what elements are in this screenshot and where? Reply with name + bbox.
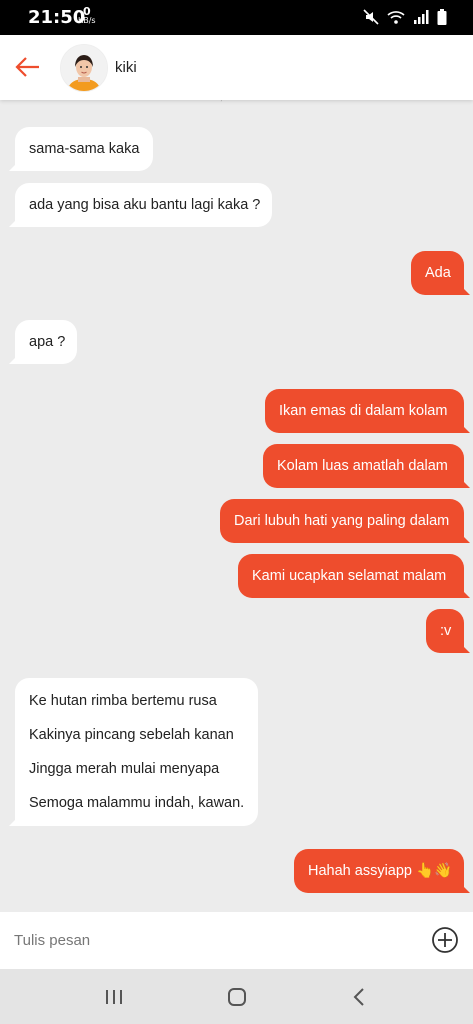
message-list[interactable]: sama-sama kaka ada yang bisa aku bantu l… [0, 100, 473, 912]
signal-icon [414, 10, 429, 24]
battery-icon [437, 9, 447, 25]
status-time: 21:50 [28, 7, 86, 28]
system-navigation-bar [0, 969, 473, 1024]
network-speed: 0 KB/s [78, 5, 96, 25]
outgoing-message[interactable]: Ikan emas di dalam kolam [265, 389, 464, 433]
incoming-message[interactable]: apa ? [9, 320, 77, 364]
wifi-icon [387, 11, 405, 24]
chat-header: kiki [0, 35, 473, 100]
mute-icon [363, 9, 379, 25]
incoming-message[interactable]: Ke hutan rimba bertemu rusa Kakinya pinc… [9, 678, 258, 826]
message-line: Jingga merah mulai menyapa [29, 761, 220, 777]
message-line: Kakinya pincang sebelah kanan [29, 727, 234, 743]
plus-circle-icon[interactable] [431, 926, 459, 954]
outgoing-message[interactable]: Hahah assyiapp 👆👋 [294, 849, 464, 893]
network-speed-unit: KB/s [78, 16, 96, 25]
incoming-message[interactable]: sama-sama kaka [9, 127, 153, 171]
status-icons [363, 9, 447, 25]
chevron-left-icon[interactable] [346, 983, 374, 1011]
network-speed-value: 0 [82, 5, 91, 18]
incoming-message[interactable]: ada yang bisa aku bantu lagi kaka ? [9, 183, 272, 227]
outgoing-message[interactable]: Kolam luas amatlah dalam [263, 444, 464, 488]
back-arrow-icon[interactable] [14, 53, 42, 81]
message-line: Semoga malammu indah, kawan. [29, 795, 245, 811]
contact-name[interactable]: kiki [115, 59, 137, 76]
outgoing-message[interactable]: Kami ucapkan selamat malam [238, 554, 464, 598]
avatar[interactable] [60, 44, 108, 92]
status-bar: 21:50 0 KB/s [0, 0, 473, 35]
recent-apps-icon[interactable] [100, 983, 128, 1011]
outgoing-message[interactable]: :v [426, 609, 464, 653]
message-composer [0, 912, 473, 969]
outgoing-message[interactable]: Ada [411, 251, 464, 295]
outgoing-message[interactable]: Dari lubuh hati yang paling dalam [220, 499, 464, 543]
home-icon[interactable] [223, 983, 251, 1011]
message-input[interactable] [0, 912, 420, 969]
message-line: Ke hutan rimba bertemu rusa [29, 693, 217, 709]
